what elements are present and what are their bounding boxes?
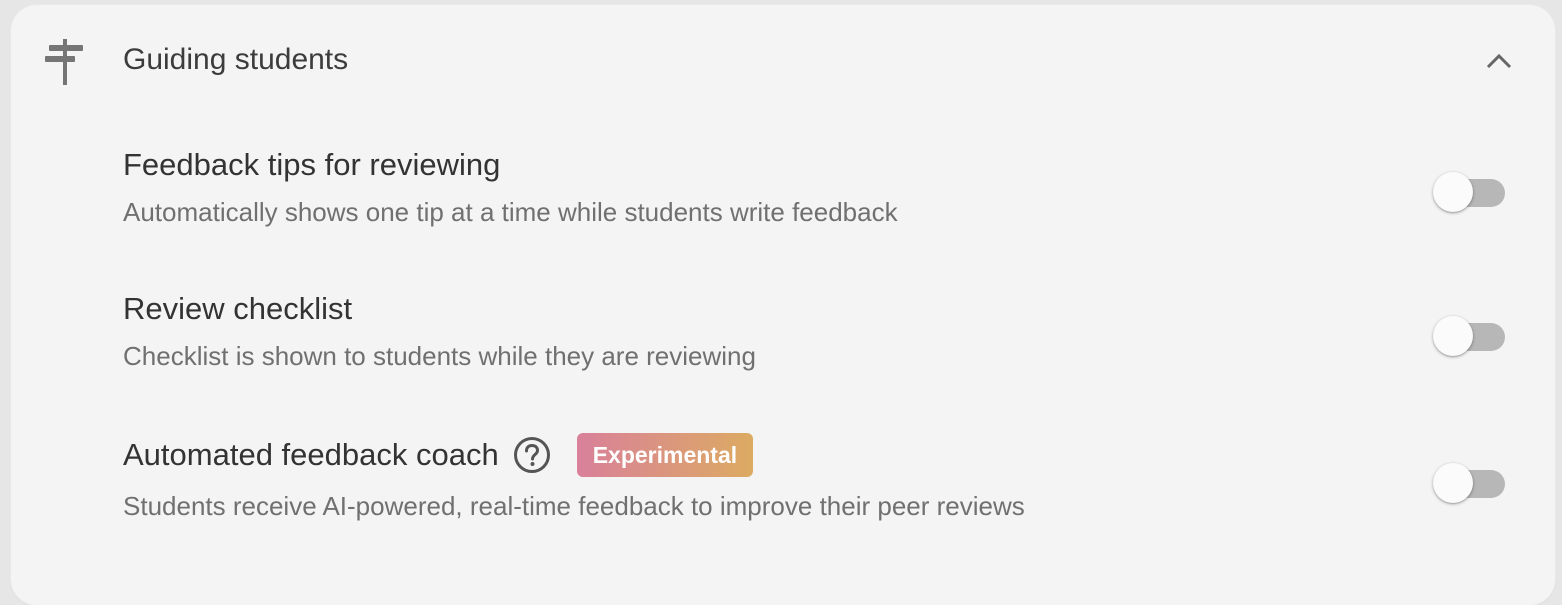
help-circle-icon[interactable]	[513, 436, 551, 474]
setting-title: Feedback tips for reviewing	[123, 147, 500, 183]
toggle-thumb	[1433, 172, 1473, 212]
guiding-students-card: Guiding students Feedback tips for revie…	[11, 5, 1555, 605]
toggle-thumb	[1433, 463, 1473, 503]
setting-description: Checklist is shown to students while the…	[123, 341, 756, 371]
setting-review-checklist: Review checklist Checklist is shown to s…	[123, 291, 1533, 401]
setting-description: Students receive AI-powered, real-time f…	[123, 491, 1025, 521]
setting-title-text: Feedback tips for reviewing	[123, 147, 501, 182]
collapse-button[interactable]	[1477, 41, 1521, 85]
section-title: Guiding students	[123, 43, 349, 76]
setting-title: Review checklist	[123, 291, 352, 327]
setting-description: Automatically shows one tip at a time wh…	[123, 197, 898, 227]
setting-title-text: Review checklist	[123, 291, 353, 326]
feedback-tips-toggle[interactable]	[1433, 171, 1509, 213]
section-header[interactable]: Guiding students	[11, 5, 1555, 117]
automated-feedback-coach-toggle[interactable]	[1433, 462, 1509, 504]
chevron-up-icon	[1486, 53, 1512, 74]
setting-title-text: Automated feedback coach	[123, 437, 499, 472]
signpost-icon	[45, 39, 87, 85]
setting-feedback-tips: Feedback tips for reviewing Automaticall…	[123, 147, 1533, 257]
setting-title: Automated feedback coach Experimental	[123, 433, 754, 477]
setting-automated-feedback-coach: Automated feedback coach Experimental St…	[123, 433, 1533, 543]
experimental-badge: Experimental	[576, 433, 754, 477]
toggle-thumb	[1433, 316, 1473, 356]
review-checklist-toggle[interactable]	[1433, 315, 1509, 357]
